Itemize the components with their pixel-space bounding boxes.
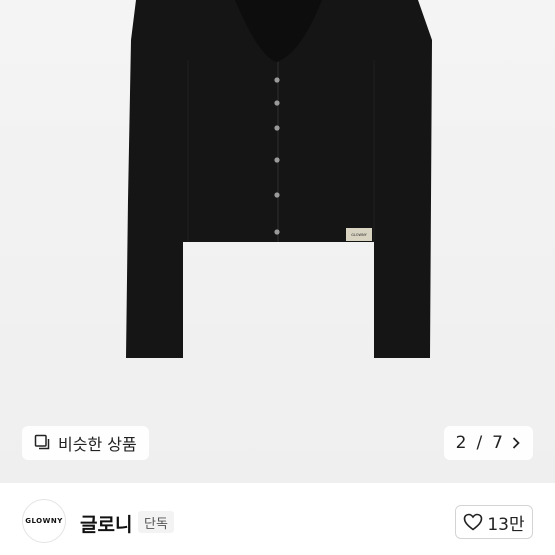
product-image-area[interactable]: GLOWNY 비슷한 상품 2 / 7 <box>0 0 555 483</box>
cardigan-button <box>274 229 280 235</box>
like-button[interactable]: 13만 <box>455 505 533 539</box>
brand-logo-text: GLOWNY <box>25 517 63 525</box>
brand-logo[interactable]: GLOWNY <box>22 499 66 543</box>
cardigan-button <box>274 192 280 198</box>
cardigan-button <box>274 100 280 106</box>
brand-name[interactable]: 글로니 <box>80 510 132 537</box>
like-count: 13만 <box>487 514 525 535</box>
exclusive-badge: 단독 <box>138 511 174 533</box>
image-pager[interactable]: 2 / 7 <box>443 426 533 460</box>
pager-total: 7 <box>492 433 503 453</box>
chevron-right-icon <box>512 437 520 449</box>
product-image: GLOWNY <box>126 0 432 358</box>
similar-products-label: 비슷한 상품 <box>58 435 137 454</box>
pager-current: 2 <box>455 433 467 453</box>
heart-outline-icon <box>464 513 483 531</box>
cardigan-button <box>274 77 280 83</box>
cardigan-button <box>274 125 280 131</box>
similar-products-icon <box>34 434 50 450</box>
similar-products-button[interactable]: 비슷한 상품 <box>22 426 149 460</box>
cardigan-button <box>274 157 280 163</box>
label-tag-text: GLOWNY <box>351 233 367 237</box>
pager-separator: / <box>476 433 483 453</box>
